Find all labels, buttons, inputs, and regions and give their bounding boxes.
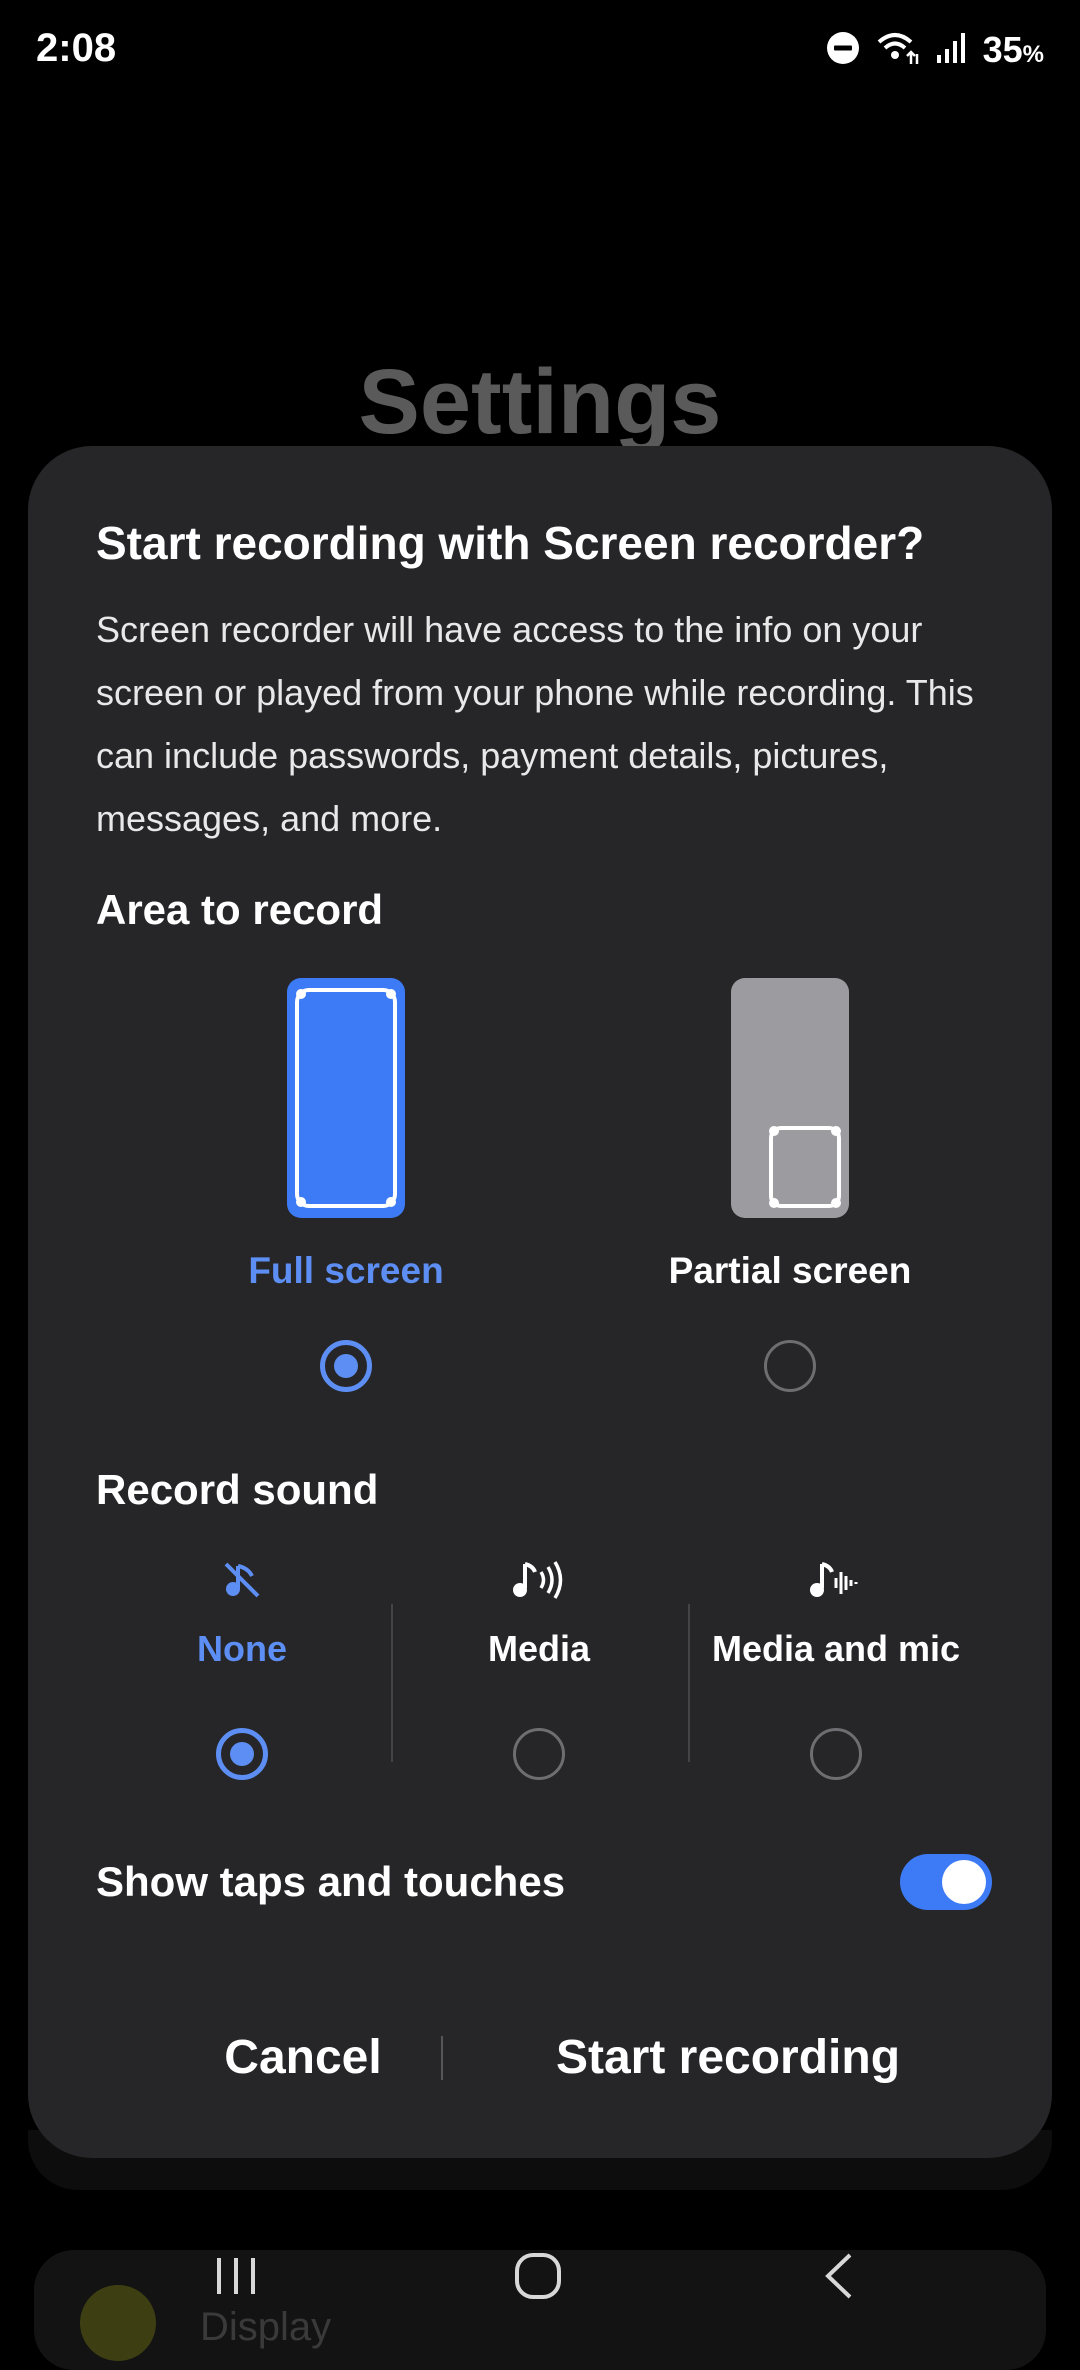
sound-none-label: None: [197, 1628, 287, 1669]
sound-media-mic-label: Media and mic: [711, 1628, 961, 1669]
show-taps-label: Show taps and touches: [96, 1858, 566, 1905]
home-button[interactable]: [488, 2238, 588, 2318]
toggle-knob: [942, 1860, 986, 1904]
full-screen-radio[interactable]: [320, 1340, 372, 1392]
full-screen-icon: [287, 978, 405, 1218]
screen-recorder-dialog: Start recording with Screen recorder? Sc…: [28, 446, 1052, 2158]
area-option-full-screen[interactable]: Full screen: [126, 978, 566, 1392]
full-screen-label: Full screen: [248, 1250, 444, 1291]
signal-icon: [935, 31, 969, 70]
sound-media-radio[interactable]: [513, 1728, 565, 1780]
media-mic-icon: [688, 1552, 984, 1608]
show-taps-toggle[interactable]: [900, 1854, 992, 1910]
recent-apps-button[interactable]: [186, 2238, 286, 2318]
sound-media-mic-radio[interactable]: [810, 1728, 862, 1780]
status-icons: 35%: [825, 28, 1044, 72]
background-page-title: Settings: [358, 351, 722, 453]
dnd-icon: [825, 30, 861, 71]
media-sound-icon: [391, 1552, 687, 1608]
show-taps-row[interactable]: Show taps and touches: [96, 1854, 1016, 1914]
sound-media-label: Media: [487, 1628, 591, 1669]
status-time: 2:08: [36, 26, 117, 70]
battery-unit: %: [1022, 41, 1044, 68]
partial-screen-icon: [731, 978, 849, 1218]
sound-option-none[interactable]: None: [94, 1552, 390, 1780]
sound-off-icon: [94, 1552, 390, 1608]
status-bar: 2:08 35%: [0, 0, 1080, 110]
recent-apps-icon: [211, 2254, 261, 2303]
battery-level: 35%: [983, 29, 1044, 71]
sound-none-radio[interactable]: [216, 1728, 268, 1780]
cancel-button[interactable]: Cancel: [118, 2018, 488, 2098]
area-option-partial-screen[interactable]: Partial screen: [570, 978, 1010, 1392]
actions-divider: [441, 2036, 443, 2080]
partial-screen-label: Partial screen: [668, 1250, 912, 1291]
battery-percent: 35: [982, 29, 1023, 70]
wifi-icon: [875, 28, 921, 73]
area-to-record-label: Area to record: [96, 886, 384, 933]
dialog-description: Screen recorder will have access to the …: [96, 609, 974, 839]
sound-option-media-and-mic[interactable]: Media and mic: [688, 1552, 984, 1780]
sound-option-media[interactable]: Media: [391, 1552, 687, 1780]
navigation-bar: [0, 2220, 1080, 2330]
back-button[interactable]: [790, 2238, 890, 2318]
dialog-actions: Cancel Start recording: [28, 2018, 1052, 2098]
dialog-title: Start recording with Screen recorder?: [96, 517, 925, 569]
record-sound-label: Record sound: [96, 1466, 379, 1513]
partial-screen-radio[interactable]: [764, 1340, 816, 1392]
back-icon: [820, 2251, 860, 2306]
home-icon: [513, 2251, 563, 2306]
start-recording-button[interactable]: Start recording: [478, 2018, 978, 2098]
